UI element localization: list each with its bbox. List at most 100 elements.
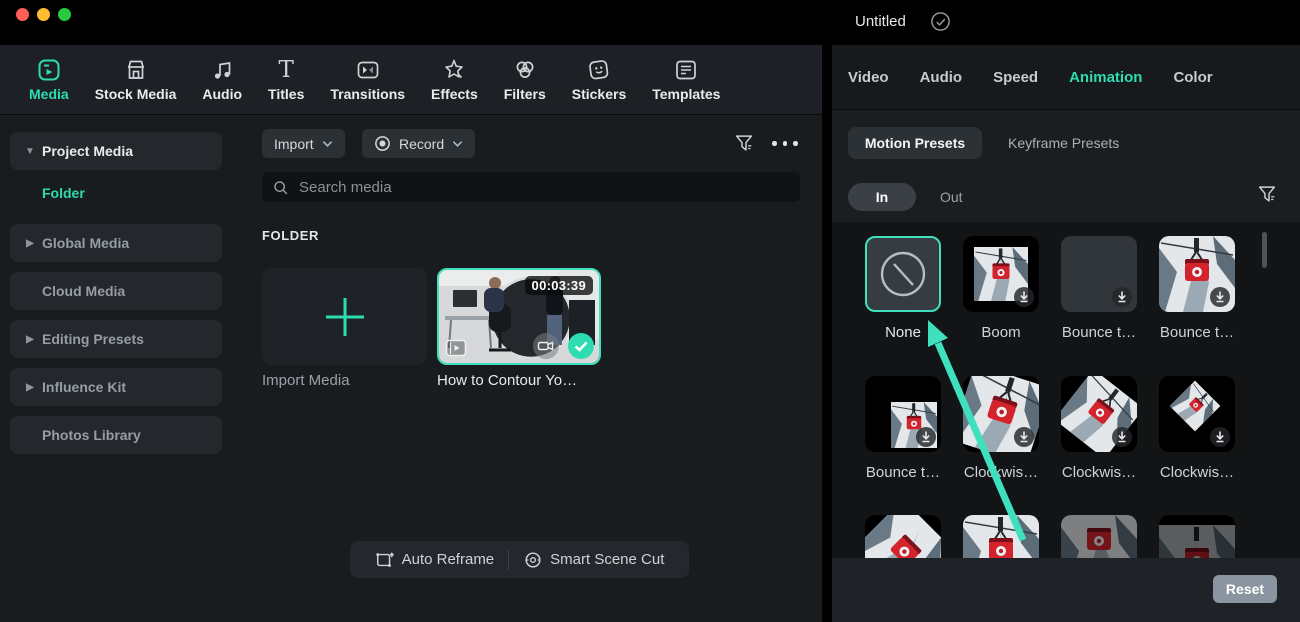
import-media-label: Import Media: [262, 372, 350, 389]
sidebar-item-project-media[interactable]: ▼ Project Media: [10, 132, 222, 170]
clip-type-icon: [445, 339, 467, 357]
tab-titles[interactable]: T Titles: [255, 57, 317, 102]
library-footer-actions: Auto Reframe Smart Scene Cut: [350, 541, 689, 578]
smart-scene-cut-icon: [525, 551, 541, 568]
preset-label: Boom: [981, 324, 1021, 341]
sidebar-item-photos-library[interactable]: Photos Library: [10, 416, 222, 454]
zoom-window-button[interactable]: [58, 8, 71, 21]
keyframe-presets-tab[interactable]: Keyframe Presets: [1008, 135, 1119, 151]
preset-label: Clockwis…: [963, 464, 1039, 481]
tab-color[interactable]: Color: [1173, 69, 1212, 86]
preset-label: Bounce t…: [865, 464, 941, 481]
video-clip-tile[interactable]: 00:03:39: [437, 268, 601, 365]
preset-bounce-1[interactable]: [1061, 236, 1137, 312]
preset-clockwise-3[interactable]: [1159, 376, 1235, 452]
properties-panel: Video Audio Speed Animation Color Motion…: [832, 45, 1300, 622]
chevron-right-icon: ▶: [26, 333, 34, 345]
sidebar-item-folder[interactable]: Folder: [42, 185, 85, 201]
download-icon: [1014, 287, 1034, 307]
sidebar-item-influence-kit[interactable]: ▶ Influence Kit: [10, 368, 222, 406]
download-icon: [916, 427, 936, 447]
filter-icon[interactable]: [733, 132, 755, 154]
plus-icon: [325, 297, 364, 336]
reset-button[interactable]: Reset: [1213, 575, 1277, 603]
tab-effects[interactable]: Effects: [418, 57, 491, 102]
auto-reframe-icon: [375, 551, 394, 567]
saved-check-icon: [930, 11, 951, 32]
tab-stock-media[interactable]: Stock Media: [82, 57, 190, 102]
media-icon: [36, 57, 62, 83]
animation-subheader: Motion Presets Keyframe Presets In Out: [832, 110, 1300, 222]
preset-bounce-2[interactable]: [1159, 236, 1235, 312]
filter-icon[interactable]: [1256, 183, 1278, 205]
tab-templates[interactable]: Templates: [639, 57, 733, 102]
tab-animation[interactable]: Animation: [1069, 69, 1142, 86]
tab-transitions[interactable]: Transitions: [317, 57, 418, 102]
import-button[interactable]: Import: [262, 129, 345, 158]
preset-partial-2[interactable]: [963, 515, 1039, 558]
tab-filters[interactable]: Filters: [491, 57, 559, 102]
download-icon: [1210, 287, 1230, 307]
preset-label: Clockwis…: [1159, 464, 1235, 481]
download-icon: [1014, 427, 1034, 447]
search-bar: [262, 172, 800, 202]
preset-partial-3[interactable]: [1061, 515, 1137, 558]
effects-icon: [441, 57, 467, 83]
folder-section-label: FOLDER: [262, 228, 320, 243]
filters-icon: [512, 57, 538, 83]
chevron-down-icon: ▼: [25, 145, 35, 157]
library-toolbar: Media Stock Media Audio T Titles Transit…: [0, 45, 822, 115]
tab-video[interactable]: Video: [848, 69, 889, 86]
motion-presets-tab[interactable]: Motion Presets: [848, 127, 982, 159]
duration-badge: 00:03:39: [524, 276, 593, 295]
sidebar-item-cloud-media[interactable]: Cloud Media: [10, 272, 222, 310]
record-button[interactable]: Record: [362, 129, 476, 158]
tab-speed[interactable]: Speed: [993, 69, 1038, 86]
sidebar-item-global-media[interactable]: ▶ Global Media: [10, 224, 222, 262]
tab-audio[interactable]: Audio: [189, 57, 255, 102]
motion-preset-grid: None Boom Bounce t… Bounce t… Bounce t…: [832, 222, 1300, 558]
import-media-tile[interactable]: [262, 268, 427, 365]
more-options-icon[interactable]: [772, 141, 798, 146]
chevron-right-icon: ▶: [26, 237, 34, 249]
sidebar-item-editing-presets[interactable]: ▶ Editing Presets: [10, 320, 222, 358]
preset-scrollbar[interactable]: [1262, 232, 1267, 268]
app-window: Untitled Media Stock Media Audio T Title…: [0, 0, 1300, 622]
preset-clockwise-2[interactable]: [1061, 376, 1137, 452]
audio-icon: [209, 57, 235, 83]
preset-label: Bounce t…: [1159, 324, 1235, 341]
preset-partial-1[interactable]: [865, 515, 941, 558]
preset-none[interactable]: [865, 236, 941, 312]
camera-icon: [533, 333, 559, 359]
media-library-panel: Media Stock Media Audio T Titles Transit…: [0, 45, 822, 622]
stickers-icon: [586, 57, 612, 83]
auto-reframe-button[interactable]: Auto Reframe: [375, 550, 494, 570]
titles-icon: T: [278, 57, 294, 83]
templates-icon: [673, 57, 699, 83]
search-input[interactable]: [297, 177, 790, 197]
preset-boom[interactable]: [963, 236, 1039, 312]
preset-bounce-3[interactable]: [865, 376, 941, 452]
stock-media-icon: [123, 57, 149, 83]
close-window-button[interactable]: [16, 8, 29, 21]
tab-stickers[interactable]: Stickers: [559, 57, 639, 102]
out-toggle[interactable]: Out: [940, 189, 963, 205]
preset-clockwise-1[interactable]: [963, 376, 1039, 452]
smart-scene-cut-button[interactable]: Smart Scene Cut: [523, 550, 664, 570]
transitions-icon: [355, 57, 381, 83]
record-icon: [375, 136, 390, 151]
minimize-window-button[interactable]: [37, 8, 50, 21]
search-icon: [274, 180, 288, 194]
download-icon: [1210, 427, 1230, 447]
in-toggle[interactable]: In: [848, 183, 916, 211]
tab-audio[interactable]: Audio: [920, 69, 963, 86]
download-icon: [1112, 287, 1132, 307]
none-icon: [880, 251, 926, 297]
properties-tab-bar: Video Audio Speed Animation Color: [832, 45, 1300, 110]
preset-label: Bounce t…: [1061, 324, 1137, 341]
preset-label: None: [885, 324, 921, 341]
tab-media[interactable]: Media: [16, 57, 82, 102]
project-title: Untitled: [855, 13, 906, 30]
download-icon: [1112, 427, 1132, 447]
preset-partial-4[interactable]: [1159, 515, 1235, 558]
